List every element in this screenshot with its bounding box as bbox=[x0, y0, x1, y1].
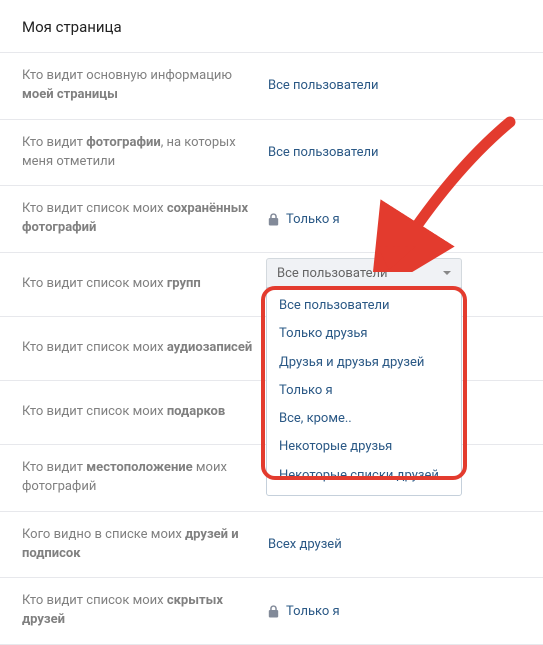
setting-label: Кто видит фотографии, на которых меня от… bbox=[22, 134, 268, 172]
dropdown-selected-text: Все пользователи bbox=[277, 266, 388, 281]
dropdown-option[interactable]: Все пользователи bbox=[267, 292, 461, 320]
label-bold: аудиозаписей bbox=[167, 340, 252, 355]
setting-label: Кто видит список моих групп bbox=[22, 275, 268, 294]
label-plain: Кто видит список моих bbox=[22, 201, 167, 216]
page-title: Моя страница bbox=[0, 0, 543, 53]
label-bold: местоположение bbox=[86, 460, 192, 475]
setting-row: Кто видит список моих сохранённых фотогр… bbox=[0, 186, 543, 253]
dropdown-option[interactable]: Только я bbox=[267, 377, 461, 405]
setting-row: Кто видит список моих скрытых друзей Тол… bbox=[0, 578, 543, 645]
value-text: Все пользователи bbox=[268, 145, 379, 160]
setting-label: Кто видит список моих аудиозаписей bbox=[22, 339, 268, 358]
setting-label: Кто видит список моих сохранённых фотогр… bbox=[22, 200, 268, 238]
privacy-dropdown-button[interactable]: Все пользователи bbox=[266, 258, 462, 288]
setting-value[interactable]: Все пользователи bbox=[268, 78, 521, 93]
dropdown-option[interactable]: Только друзья bbox=[267, 320, 461, 348]
setting-row: Кто видит основную информацию моей стран… bbox=[0, 53, 543, 120]
setting-value[interactable]: Только я bbox=[268, 212, 521, 227]
label-bold: моей страницы bbox=[22, 87, 118, 102]
privacy-dropdown-list: Все пользователи Только друзья Друзья и … bbox=[266, 287, 462, 496]
chevron-down-icon bbox=[443, 271, 451, 275]
setting-row: Кто видит фотографии, на которых меня от… bbox=[0, 120, 543, 187]
setting-label: Кто видит список моих подарков bbox=[22, 403, 268, 422]
lock-icon bbox=[268, 213, 279, 226]
dropdown-option[interactable]: Все, кроме.. bbox=[267, 405, 461, 433]
dropdown-option[interactable]: Друзья и друзья друзей bbox=[267, 349, 461, 377]
label-bold: подарков bbox=[167, 404, 225, 419]
setting-value[interactable]: Всех друзей bbox=[268, 537, 521, 552]
setting-value[interactable]: Все пользователи bbox=[268, 145, 521, 160]
label-bold: фотографии bbox=[86, 135, 160, 150]
label-plain: Кто видит список моих bbox=[22, 276, 167, 291]
label-bold: групп bbox=[167, 276, 201, 291]
setting-value[interactable]: Только я bbox=[268, 604, 521, 619]
dropdown-option[interactable]: Некоторые списки друзей bbox=[267, 462, 461, 490]
value-text: Все пользователи bbox=[268, 78, 379, 93]
setting-row: Кого видно в списке моих друзей и подпис… bbox=[0, 512, 543, 579]
label-plain: Кто видит список моих bbox=[22, 593, 167, 608]
dropdown-option[interactable]: Некоторые друзья bbox=[267, 433, 461, 461]
label-plain: Кто видит bbox=[22, 135, 86, 150]
label-plain: Кого видно в списке моих bbox=[22, 527, 185, 542]
setting-label: Кто видит местоположение моих фотографий bbox=[22, 459, 268, 497]
value-text: Только я bbox=[286, 604, 340, 619]
setting-label: Кого видно в списке моих друзей и подпис… bbox=[22, 526, 268, 564]
value-text: Всех друзей bbox=[268, 537, 342, 552]
label-plain: Кто видит bbox=[22, 460, 86, 475]
setting-label: Кто видит список моих скрытых друзей bbox=[22, 592, 268, 630]
label-plain: Кто видит список моих bbox=[22, 340, 167, 355]
label-plain: Кто видит список моих bbox=[22, 404, 167, 419]
lock-icon bbox=[268, 605, 279, 618]
setting-label: Кто видит основную информацию моей стран… bbox=[22, 67, 268, 105]
label-plain: Кто видит основную информацию bbox=[22, 68, 232, 83]
value-text: Только я bbox=[286, 212, 340, 227]
